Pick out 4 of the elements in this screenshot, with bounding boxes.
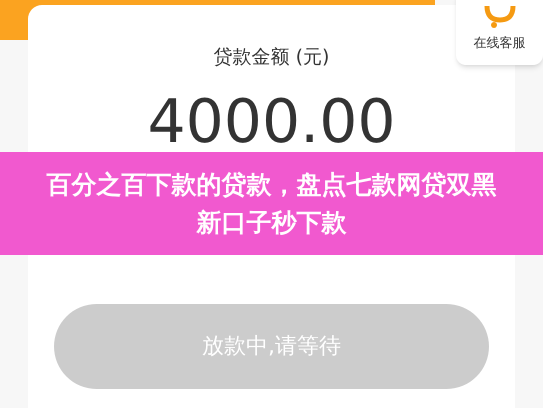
banner-title: 百分之百下款的贷款，盘点七款网贷双黑新口子秒下款 bbox=[46, 168, 498, 238]
loan-amount: 4000.00 bbox=[147, 86, 396, 158]
customer-service-button[interactable]: 在线客服 bbox=[456, 0, 543, 65]
loan-amount-label: 贷款金额 (元) bbox=[214, 45, 330, 70]
